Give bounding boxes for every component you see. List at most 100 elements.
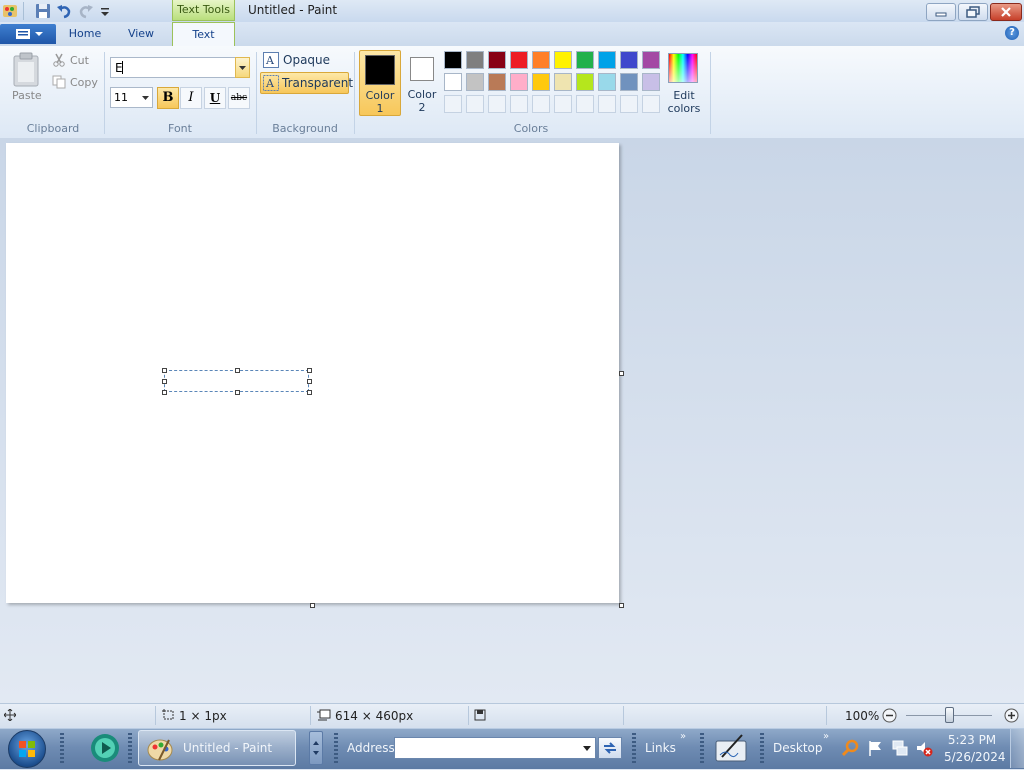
textbox-handle[interactable]	[307, 379, 312, 384]
links-chevron-icon[interactable]: »	[680, 731, 686, 742]
font-family-dropdown-button[interactable]	[235, 57, 250, 78]
textbox-handle[interactable]	[307, 390, 312, 395]
action-center-flag-icon[interactable]	[866, 739, 884, 757]
textbox-handle[interactable]	[235, 368, 240, 373]
address-input[interactable]	[394, 737, 596, 759]
palette-color-swatch[interactable]	[642, 51, 660, 69]
palette-color-swatch[interactable]	[576, 51, 594, 69]
taskbar-grip[interactable]	[632, 733, 636, 763]
palette-color-swatch[interactable]	[620, 73, 638, 91]
paste-icon[interactable]	[12, 52, 40, 88]
taskbar-grip[interactable]	[128, 733, 132, 763]
text-box-selection[interactable]	[164, 370, 309, 392]
palette-color-swatch[interactable]	[554, 51, 572, 69]
palette-color-swatch[interactable]	[510, 51, 528, 69]
font-family-input[interactable]: E	[110, 57, 236, 78]
tab-home[interactable]: Home	[60, 22, 110, 46]
custom-color-slot[interactable]	[576, 95, 594, 113]
zoom-slider-thumb[interactable]	[945, 707, 954, 723]
paste-button[interactable]: Paste	[12, 89, 42, 102]
media-player-icon[interactable]	[88, 731, 122, 765]
volume-muted-icon[interactable]	[915, 739, 933, 757]
paint-app-icon[interactable]	[2, 3, 18, 19]
custom-color-slot[interactable]	[444, 95, 462, 113]
taskbar-grip[interactable]	[760, 733, 764, 763]
minimize-button[interactable]	[926, 3, 956, 21]
maximize-button[interactable]	[958, 3, 988, 21]
custom-color-slot[interactable]	[554, 95, 572, 113]
edit-colors-label-2[interactable]: colors	[662, 102, 706, 115]
desktop-toolbar-label[interactable]: Desktop	[773, 741, 823, 755]
textbox-handle[interactable]	[162, 379, 167, 384]
palette-color-swatch[interactable]	[532, 51, 550, 69]
bold-button[interactable]: B	[157, 87, 179, 109]
color2-button[interactable]: Color 2	[403, 50, 441, 116]
palette-color-swatch[interactable]	[444, 51, 462, 69]
edit-colors-label[interactable]: Edit	[662, 89, 706, 102]
textbox-handle[interactable]	[307, 368, 312, 373]
help-icon[interactable]: ?	[1005, 26, 1019, 40]
taskbar-grip[interactable]	[334, 733, 338, 763]
redo-icon[interactable]	[78, 3, 94, 19]
palette-color-swatch[interactable]	[642, 73, 660, 91]
customize-quick-access-icon[interactable]	[99, 3, 115, 19]
desktop-chevron-icon[interactable]: »	[823, 731, 829, 742]
custom-color-slot[interactable]	[642, 95, 660, 113]
custom-color-slot[interactable]	[598, 95, 616, 113]
start-button[interactable]	[8, 730, 46, 768]
links-toolbar-label[interactable]: Links	[645, 741, 676, 755]
clock-date[interactable]: 5/26/2024	[944, 750, 1006, 764]
color1-button[interactable]: Color 1	[359, 50, 401, 116]
palette-color-swatch[interactable]	[488, 51, 506, 69]
transparent-button[interactable]: A Transparent	[260, 72, 353, 94]
palette-color-swatch[interactable]	[598, 51, 616, 69]
palette-color-swatch[interactable]	[466, 51, 484, 69]
custom-color-slot[interactable]	[620, 95, 638, 113]
tablet-input-icon[interactable]	[714, 731, 748, 765]
cut-button[interactable]: Cut	[70, 54, 89, 67]
search-icon[interactable]	[841, 739, 860, 757]
canvas-resize-handle-right[interactable]	[619, 371, 624, 376]
opaque-button[interactable]: Opaque	[283, 53, 330, 67]
palette-color-swatch[interactable]	[598, 73, 616, 91]
address-go-button[interactable]	[598, 737, 622, 759]
canvas-resize-handle-bottom[interactable]	[310, 603, 315, 608]
textbox-handle[interactable]	[235, 390, 240, 395]
tab-view[interactable]: View	[116, 22, 166, 46]
underline-button[interactable]: U	[204, 87, 226, 109]
custom-color-slot[interactable]	[510, 95, 528, 113]
copy-button[interactable]: Copy	[70, 76, 98, 89]
custom-color-slot[interactable]	[466, 95, 484, 113]
edit-colors-icon[interactable]	[668, 53, 698, 83]
palette-color-swatch[interactable]	[532, 73, 550, 91]
palette-color-swatch[interactable]	[444, 73, 462, 91]
palette-color-swatch[interactable]	[488, 73, 506, 91]
strikethrough-button[interactable]: abc	[228, 87, 250, 109]
paint-menu-button[interactable]	[0, 24, 56, 44]
taskbar-scroll-button[interactable]	[309, 731, 323, 765]
taskbar-grip[interactable]	[60, 733, 64, 763]
clock-time[interactable]: 5:23 PM	[946, 733, 998, 747]
canvas-resize-handle-corner[interactable]	[619, 603, 624, 608]
undo-icon[interactable]	[56, 3, 72, 19]
textbox-handle[interactable]	[162, 390, 167, 395]
palette-color-swatch[interactable]	[466, 73, 484, 91]
palette-color-swatch[interactable]	[576, 73, 594, 91]
palette-color-swatch[interactable]	[554, 73, 572, 91]
save-icon[interactable]	[35, 3, 51, 19]
network-icon[interactable]	[891, 739, 909, 757]
taskbar-grip[interactable]	[700, 733, 704, 763]
taskbar-paint-button[interactable]: Untitled - Paint	[138, 730, 296, 766]
textbox-handle[interactable]	[162, 368, 167, 373]
custom-color-slot[interactable]	[488, 95, 506, 113]
tab-text[interactable]: Text	[172, 22, 235, 48]
custom-color-slot[interactable]	[532, 95, 550, 113]
zoom-in-button[interactable]	[1004, 708, 1019, 723]
close-button[interactable]	[990, 3, 1022, 21]
palette-color-swatch[interactable]	[510, 73, 528, 91]
font-size-select[interactable]: 11	[110, 87, 153, 108]
palette-color-swatch[interactable]	[620, 51, 638, 69]
drawing-canvas[interactable]	[6, 143, 619, 603]
italic-button[interactable]: I	[180, 87, 202, 109]
show-desktop-button[interactable]	[1010, 729, 1024, 768]
